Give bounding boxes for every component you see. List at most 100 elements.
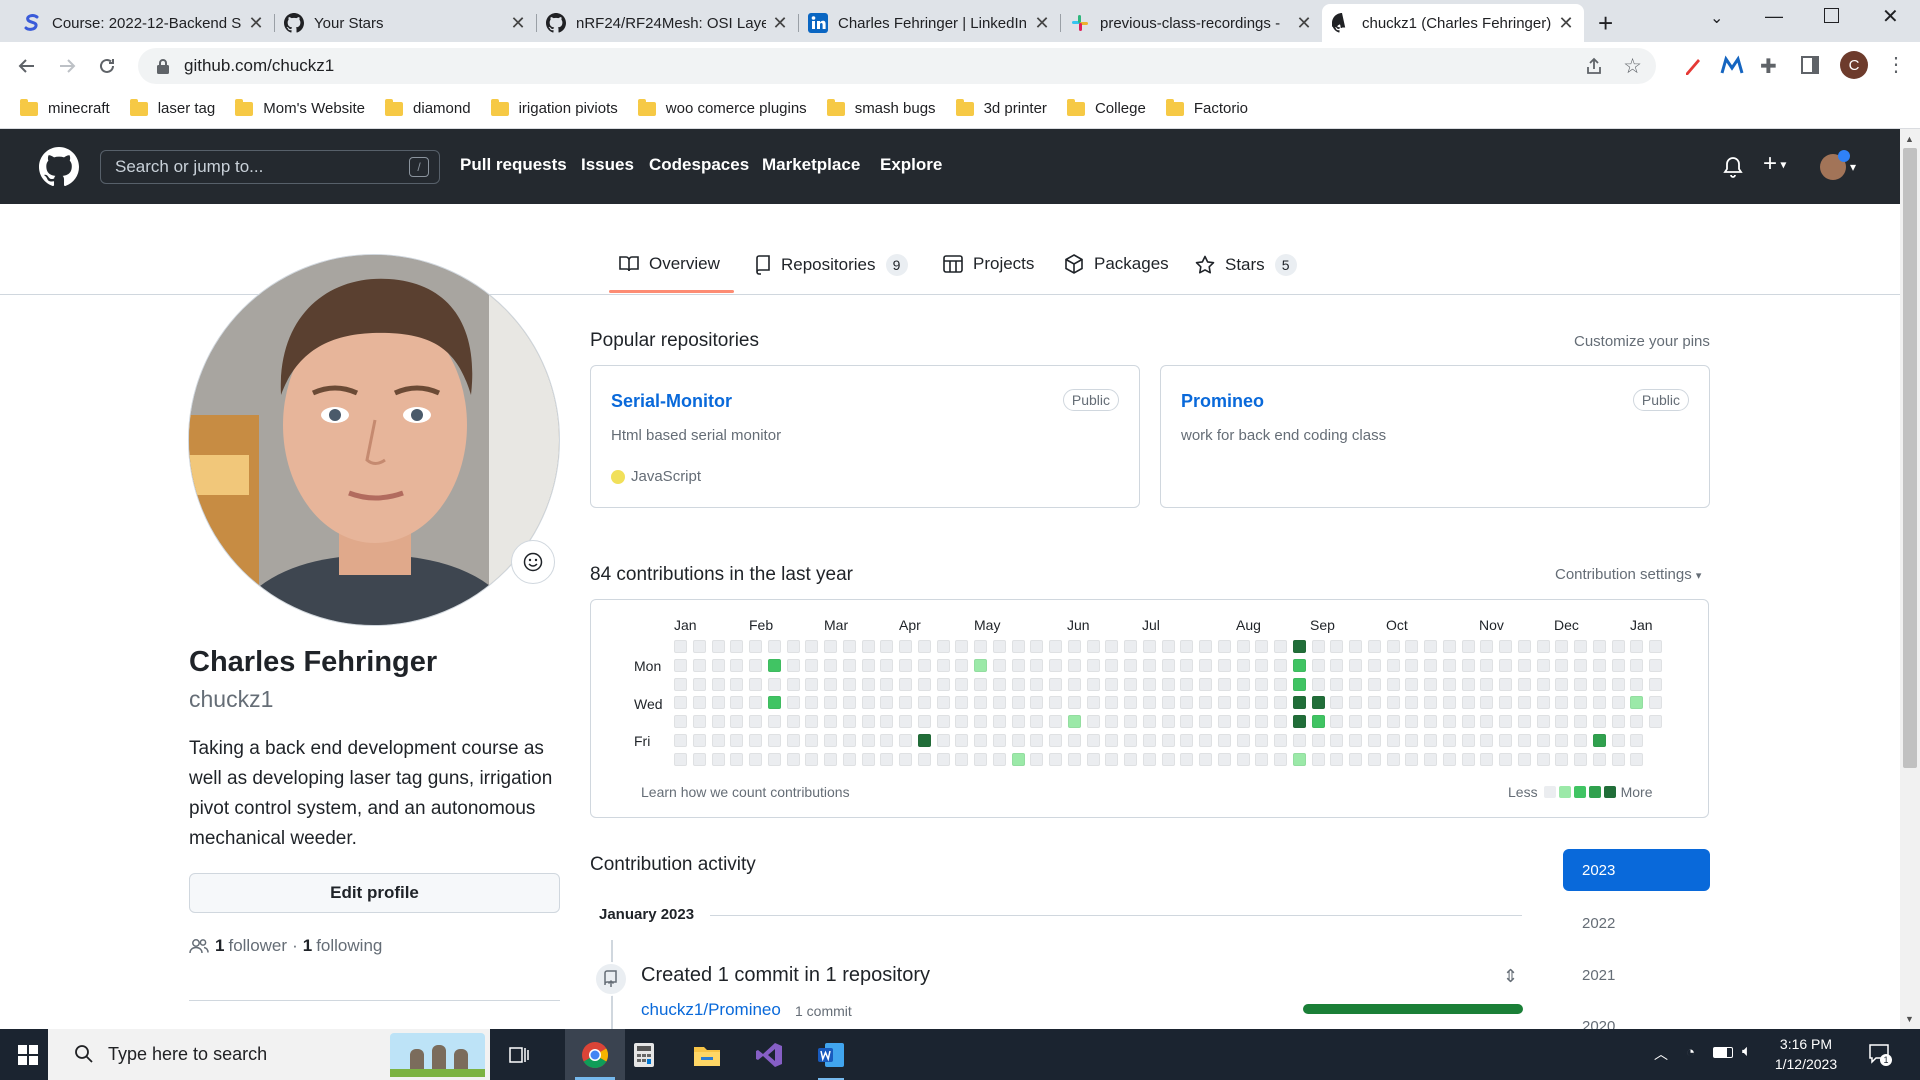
scroll-up-arrow-icon[interactable]: ▲ — [1905, 134, 1914, 144]
contribution-day-cell[interactable] — [1180, 715, 1194, 728]
contribution-day-cell[interactable] — [692, 658, 706, 672]
contribution-day-cell[interactable] — [1461, 696, 1475, 710]
contribution-day-cell[interactable] — [1030, 715, 1044, 728]
contribution-day-cell[interactable] — [1480, 715, 1494, 728]
contribution-day-cell[interactable] — [1499, 696, 1512, 710]
contribution-day-cell[interactable] — [1292, 658, 1306, 672]
pen-extension-icon[interactable] — [1682, 55, 1704, 77]
contribution-day-cell[interactable] — [1517, 733, 1531, 747]
contribution-day-cell[interactable] — [1611, 733, 1625, 747]
contribution-day-cell[interactable] — [936, 733, 950, 747]
contribution-day-cell[interactable] — [1142, 696, 1156, 710]
contribution-day-cell[interactable] — [1274, 640, 1287, 653]
close-icon[interactable]: ✕ — [772, 13, 788, 34]
contribution-day-cell[interactable] — [1161, 677, 1175, 691]
contribution-day-cell[interactable] — [674, 677, 687, 691]
contribution-day-cell[interactable] — [711, 658, 725, 672]
create-new-plus-icon[interactable]: + ▾ — [1763, 150, 1786, 178]
contribution-day-cell[interactable] — [1442, 752, 1456, 766]
contribution-day-cell[interactable] — [880, 640, 894, 653]
contribution-day-cell[interactable] — [1517, 677, 1531, 691]
contribution-day-cell[interactable] — [1236, 715, 1250, 728]
contribution-day-cell[interactable] — [1367, 640, 1381, 653]
system-clock[interactable]: 3:16 PM 1/12/2023 — [1756, 1034, 1856, 1074]
contribution-day-cell[interactable] — [692, 715, 706, 728]
contribution-day-cell[interactable] — [1011, 677, 1025, 691]
contribution-day-cell[interactable] — [992, 733, 1006, 747]
contribution-day-cell[interactable] — [1011, 658, 1025, 672]
contribution-day-cell[interactable] — [1274, 752, 1287, 766]
contribution-day-cell[interactable] — [1330, 640, 1344, 653]
contribution-day-cell[interactable] — [1255, 752, 1269, 766]
contribution-day-cell[interactable] — [1461, 733, 1475, 747]
contribution-day-cell[interactable] — [842, 715, 856, 728]
contribution-day-cell[interactable] — [1086, 696, 1100, 710]
contribution-day-cell[interactable] — [1067, 677, 1081, 691]
contribution-day-cell[interactable] — [1386, 696, 1400, 710]
contribution-day-cell[interactable] — [1349, 752, 1362, 766]
contribution-day-cell[interactable] — [1480, 752, 1494, 766]
contribution-day-cell[interactable] — [974, 640, 987, 653]
contribution-day-cell[interactable] — [917, 752, 931, 766]
contribution-day-cell[interactable] — [955, 677, 969, 691]
contribution-day-cell[interactable] — [1161, 640, 1175, 653]
contribution-day-cell[interactable] — [1217, 658, 1231, 672]
contribution-day-cell[interactable] — [1086, 752, 1100, 766]
contribution-day-cell[interactable] — [1330, 715, 1344, 728]
contribution-day-cell[interactable] — [842, 677, 856, 691]
contribution-day-cell[interactable] — [1555, 733, 1569, 747]
contribution-day-cell[interactable] — [1274, 715, 1287, 728]
tab-search-chevron-icon[interactable]: ⌄ — [1710, 8, 1723, 28]
contribution-day-cell[interactable] — [1292, 696, 1306, 710]
contribution-day-cell[interactable] — [1574, 677, 1587, 691]
contribution-day-cell[interactable] — [1611, 752, 1625, 766]
contribution-day-cell[interactable] — [1386, 658, 1400, 672]
contribution-day-cell[interactable] — [936, 696, 950, 710]
contribution-day-cell[interactable] — [1555, 752, 1569, 766]
contribution-day-cell[interactable] — [974, 715, 987, 728]
contribution-day-cell[interactable] — [1124, 640, 1137, 653]
contribution-day-cell[interactable] — [1236, 733, 1250, 747]
contribution-day-cell[interactable] — [1517, 752, 1531, 766]
contribution-day-cell[interactable] — [1611, 658, 1625, 672]
contribution-day-cell[interactable] — [1124, 696, 1137, 710]
contribution-day-cell[interactable] — [692, 640, 706, 653]
repo-name-link[interactable]: Serial-Monitor — [611, 391, 732, 412]
contribution-day-cell[interactable] — [1030, 752, 1044, 766]
share-icon[interactable] — [1584, 56, 1604, 76]
tab-packages[interactable]: Packages — [1064, 254, 1169, 274]
contribution-day-cell[interactable] — [1536, 733, 1550, 747]
contribution-day-cell[interactable] — [1086, 715, 1100, 728]
contribution-day-cell[interactable] — [1367, 696, 1381, 710]
contribution-day-cell[interactable] — [861, 752, 875, 766]
year-button-selected[interactable]: 2023 — [1563, 849, 1710, 891]
contribution-day-cell[interactable] — [749, 658, 762, 672]
contribution-day-cell[interactable] — [1105, 733, 1119, 747]
contribution-day-cell[interactable] — [1105, 658, 1119, 672]
contribution-day-cell[interactable] — [1311, 715, 1325, 728]
contribution-day-cell[interactable] — [805, 640, 819, 653]
contribution-day-cell[interactable] — [805, 752, 819, 766]
contribution-day-cell[interactable] — [917, 696, 931, 710]
contribution-day-cell[interactable] — [1442, 640, 1456, 653]
contribution-day-cell[interactable] — [899, 677, 912, 691]
contribution-day-cell[interactable] — [1180, 752, 1194, 766]
contribution-day-cell[interactable] — [1499, 715, 1512, 728]
contribution-day-cell[interactable] — [1349, 715, 1362, 728]
contribution-day-cell[interactable] — [1349, 696, 1362, 710]
contribution-day-cell[interactable] — [1592, 752, 1606, 766]
contribution-day-cell[interactable] — [767, 715, 781, 728]
contribution-day-cell[interactable] — [1330, 696, 1344, 710]
contribution-day-cell[interactable] — [692, 733, 706, 747]
contribution-day-cell[interactable] — [749, 677, 762, 691]
contribution-day-cell[interactable] — [1480, 658, 1494, 672]
bookmark-folder[interactable]: woo comerce plugins — [637, 95, 807, 123]
contribution-day-cell[interactable] — [1086, 640, 1100, 653]
contribution-day-cell[interactable] — [1461, 640, 1475, 653]
contribution-day-cell[interactable] — [1555, 658, 1569, 672]
nav-marketplace[interactable]: Marketplace — [762, 155, 860, 175]
contribution-day-cell[interactable] — [955, 715, 969, 728]
contribution-day-cell[interactable] — [1424, 677, 1437, 691]
contribution-day-cell[interactable] — [1611, 715, 1625, 728]
contribution-day-cell[interactable] — [1086, 733, 1100, 747]
